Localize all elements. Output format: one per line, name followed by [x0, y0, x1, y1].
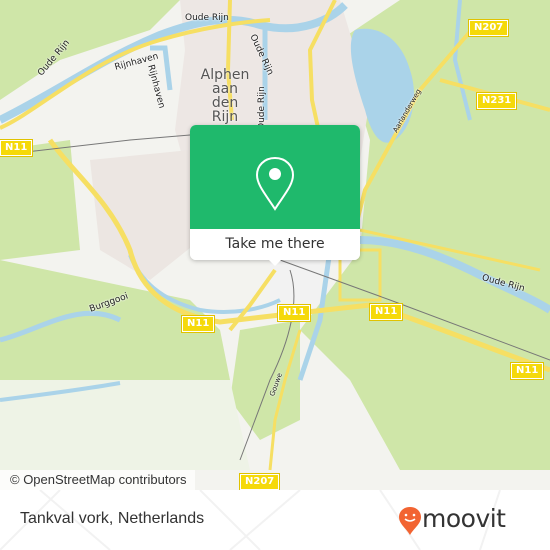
- water-label: Oude Rijn: [257, 86, 267, 130]
- road-shield-n231: N231: [475, 92, 518, 110]
- city-label: Alphen aan den Rijn: [200, 68, 250, 124]
- location-title: Tankval vork, Netherlands: [20, 510, 205, 527]
- city-label-line: Rijn: [211, 109, 239, 125]
- popup-pointer: [267, 258, 283, 266]
- road-shield-n11: N11: [368, 303, 404, 321]
- take-me-there-button[interactable]: Take me there: [190, 229, 360, 260]
- map-attribution[interactable]: © OpenStreetMap contributors: [0, 470, 195, 490]
- popup-header: [190, 125, 360, 229]
- water-label: Oude Rijn: [185, 13, 229, 23]
- road-shield-n207: N207: [238, 473, 281, 490]
- road-shield-n11: N11: [0, 139, 34, 157]
- map[interactable]: Alphen aan den Rijn Oude Rijn Oude Rijn …: [0, 0, 550, 490]
- city-label-line: Alphen: [200, 67, 250, 83]
- moovit-brand-text: moovit: [422, 504, 506, 533]
- road-shield-n11: N11: [509, 362, 545, 380]
- city-label-line: den: [211, 95, 239, 111]
- moovit-pin-icon: [399, 507, 421, 535]
- city-label-line: aan: [211, 81, 239, 97]
- location-popup: Take me there: [190, 125, 360, 266]
- road-shield-n11: N11: [180, 315, 216, 333]
- location-pin-icon: [255, 156, 295, 211]
- footer: Tankval vork, Netherlands moovit: [0, 490, 550, 550]
- road-shield-n207: N207: [467, 19, 510, 37]
- road-shield-n11: N11: [276, 304, 312, 322]
